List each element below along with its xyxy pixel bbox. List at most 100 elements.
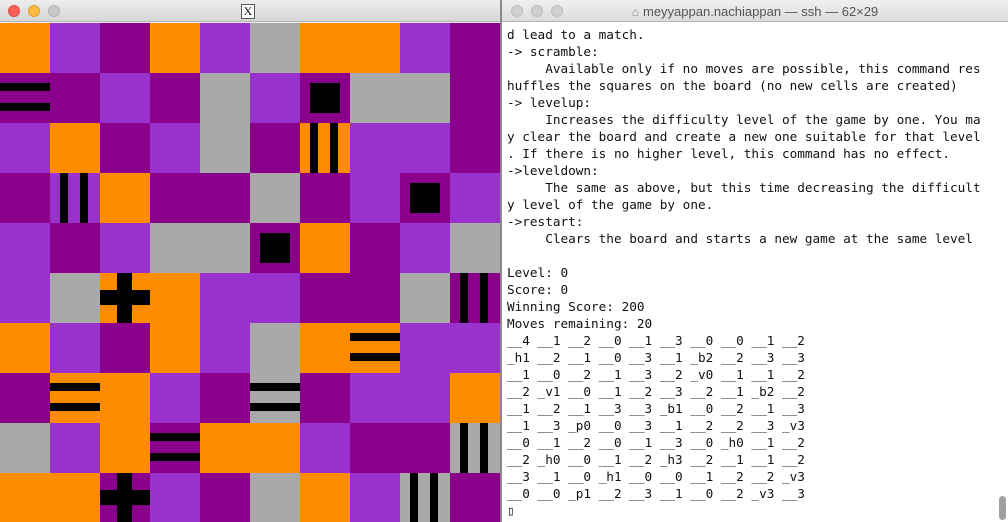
- board-cell[interactable]: [100, 23, 150, 73]
- board-cell[interactable]: [200, 223, 250, 273]
- board-cell[interactable]: [50, 173, 100, 223]
- board-cell[interactable]: [0, 423, 50, 473]
- close-button[interactable]: [8, 5, 20, 17]
- board-cell[interactable]: [300, 123, 350, 173]
- board-cell[interactable]: [150, 23, 200, 73]
- minimize-button[interactable]: [28, 5, 40, 17]
- board-cell[interactable]: [350, 73, 400, 123]
- x11-titlebar[interactable]: X: [0, 0, 500, 22]
- board-cell[interactable]: [200, 473, 250, 522]
- board-cell[interactable]: [400, 123, 450, 173]
- board-cell[interactable]: [400, 473, 450, 522]
- board-cell[interactable]: [250, 23, 300, 73]
- board-cell[interactable]: [50, 373, 100, 423]
- board-cell[interactable]: [100, 423, 150, 473]
- board-cell[interactable]: [150, 223, 200, 273]
- board-cell[interactable]: [100, 73, 150, 123]
- board-cell[interactable]: [100, 323, 150, 373]
- board-cell[interactable]: [50, 473, 100, 522]
- board-cell[interactable]: [400, 323, 450, 373]
- board-cell[interactable]: [450, 273, 500, 323]
- board-cell[interactable]: [0, 123, 50, 173]
- board-cell[interactable]: [200, 173, 250, 223]
- board-cell[interactable]: [200, 323, 250, 373]
- board-cell[interactable]: [400, 73, 450, 123]
- board-cell[interactable]: [300, 373, 350, 423]
- board-cell[interactable]: [200, 73, 250, 123]
- board-cell[interactable]: [150, 123, 200, 173]
- board-cell[interactable]: [0, 473, 50, 522]
- board-cell[interactable]: [200, 423, 250, 473]
- game-board[interactable]: [0, 23, 500, 522]
- board-cell[interactable]: [250, 73, 300, 123]
- board-cell[interactable]: [350, 323, 400, 373]
- board-cell[interactable]: [50, 123, 100, 173]
- board-cell[interactable]: [200, 123, 250, 173]
- board-cell[interactable]: [350, 473, 400, 522]
- board-cell[interactable]: [200, 273, 250, 323]
- board-cell[interactable]: [100, 123, 150, 173]
- board-cell[interactable]: [150, 473, 200, 522]
- board-cell[interactable]: [400, 223, 450, 273]
- board-cell[interactable]: [350, 23, 400, 73]
- board-cell[interactable]: [300, 173, 350, 223]
- board-cell[interactable]: [450, 373, 500, 423]
- board-cell[interactable]: [150, 323, 200, 373]
- board-cell[interactable]: [0, 373, 50, 423]
- board-cell[interactable]: [150, 423, 200, 473]
- board-cell[interactable]: [100, 373, 150, 423]
- board-cell[interactable]: [300, 223, 350, 273]
- board-cell[interactable]: [300, 273, 350, 323]
- board-cell[interactable]: [200, 373, 250, 423]
- board-cell[interactable]: [150, 273, 200, 323]
- board-cell[interactable]: [300, 23, 350, 73]
- board-cell[interactable]: [350, 273, 400, 323]
- terminal-titlebar[interactable]: ⌂ meyyappan.nachiappan — ssh — 62×29: [502, 0, 1008, 22]
- board-cell[interactable]: [0, 223, 50, 273]
- board-cell[interactable]: [450, 173, 500, 223]
- board-cell[interactable]: [350, 423, 400, 473]
- board-cell[interactable]: [50, 73, 100, 123]
- board-cell[interactable]: [400, 423, 450, 473]
- board-cell[interactable]: [450, 473, 500, 522]
- scrollbar-thumb[interactable]: [999, 496, 1006, 520]
- board-cell[interactable]: [250, 423, 300, 473]
- board-cell[interactable]: [200, 23, 250, 73]
- board-cell[interactable]: [450, 323, 500, 373]
- board-cell[interactable]: [400, 273, 450, 323]
- board-cell[interactable]: [450, 223, 500, 273]
- board-cell[interactable]: [50, 423, 100, 473]
- board-cell[interactable]: [350, 123, 400, 173]
- board-cell[interactable]: [50, 273, 100, 323]
- board-cell[interactable]: [150, 73, 200, 123]
- board-cell[interactable]: [250, 123, 300, 173]
- board-cell[interactable]: [350, 173, 400, 223]
- board-cell[interactable]: [250, 173, 300, 223]
- terminal-output[interactable]: d lead to a match. -> scramble: Available…: [507, 26, 997, 519]
- zoom-button[interactable]: [48, 5, 60, 17]
- board-cell[interactable]: [300, 323, 350, 373]
- board-cell[interactable]: [450, 73, 500, 123]
- board-cell[interactable]: [250, 323, 300, 373]
- board-cell[interactable]: [250, 373, 300, 423]
- board-cell[interactable]: [350, 373, 400, 423]
- board-cell[interactable]: [400, 23, 450, 73]
- board-cell[interactable]: [50, 23, 100, 73]
- board-cell[interactable]: [450, 23, 500, 73]
- board-cell[interactable]: [250, 273, 300, 323]
- board-cell[interactable]: [450, 123, 500, 173]
- board-cell[interactable]: [50, 223, 100, 273]
- board-cell[interactable]: [150, 173, 200, 223]
- board-cell[interactable]: [0, 73, 50, 123]
- board-cell[interactable]: [350, 223, 400, 273]
- board-cell[interactable]: [400, 373, 450, 423]
- board-cell[interactable]: [300, 473, 350, 522]
- board-cell[interactable]: [0, 273, 50, 323]
- board-cell[interactable]: [300, 423, 350, 473]
- board-cell[interactable]: [0, 323, 50, 373]
- board-cell[interactable]: [150, 373, 200, 423]
- board-cell[interactable]: [450, 423, 500, 473]
- board-cell[interactable]: [250, 473, 300, 522]
- board-cell[interactable]: [0, 23, 50, 73]
- board-cell[interactable]: [100, 173, 150, 223]
